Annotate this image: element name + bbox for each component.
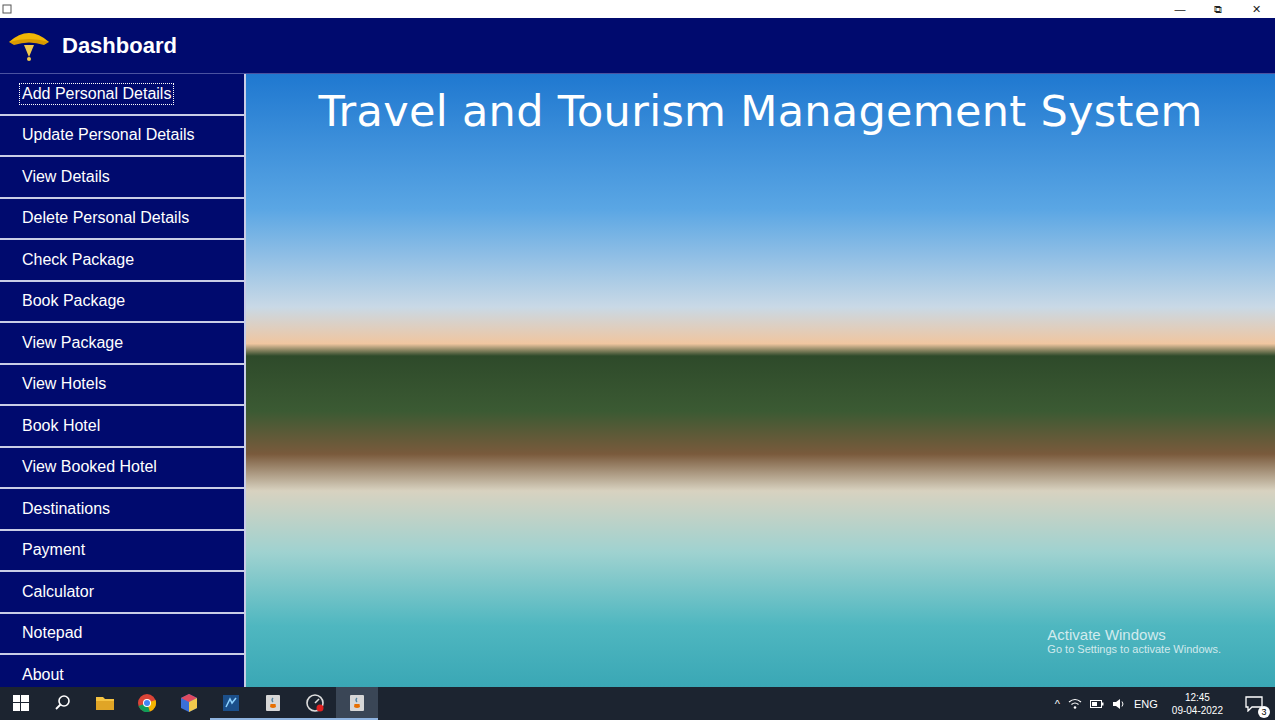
- activation-watermark: Activate Windows Go to Settings to activ…: [1047, 626, 1221, 655]
- java-icon: [347, 693, 367, 713]
- sidebar: Add Personal DetailsUpdate Personal Deta…: [0, 74, 246, 687]
- sidebar-item[interactable]: Update Personal Details: [0, 116, 246, 158]
- window-control-button[interactable]: ✕: [1237, 0, 1275, 18]
- tray-chevron[interactable]: ^: [1055, 698, 1060, 710]
- sidebar-item[interactable]: View Booked Hotel: [0, 448, 246, 490]
- sidebar-item[interactable]: Add Personal Details: [0, 74, 246, 116]
- sidebar-item[interactable]: About: [0, 655, 246, 687]
- header: Dashboard: [0, 18, 1275, 74]
- hero-title: Travel and Tourism Management System: [318, 86, 1202, 687]
- start-button[interactable]: [0, 687, 42, 720]
- speaker-icon[interactable]: [1112, 698, 1126, 710]
- app-icon: [2, 4, 12, 14]
- notification-button[interactable]: 3: [1237, 696, 1271, 712]
- taskbar-app-button[interactable]: [336, 687, 378, 720]
- window-control-button[interactable]: —: [1161, 0, 1199, 18]
- logo-icon: [6, 28, 52, 64]
- sidebar-item[interactable]: Book Package: [0, 282, 246, 324]
- sidebar-item[interactable]: Payment: [0, 531, 246, 573]
- taskbar: ^ ENG 12:45 09-04-2022 3: [0, 687, 1275, 720]
- sidebar-item[interactable]: View Hotels: [0, 365, 246, 407]
- java-icon: [263, 693, 283, 713]
- search-icon: [54, 694, 72, 712]
- notification-count: 3: [1258, 706, 1270, 718]
- system-tray: ^ ENG 12:45 09-04-2022 3: [1055, 687, 1275, 720]
- taskbar-app-button[interactable]: [210, 687, 252, 720]
- chrome-icon: [137, 693, 157, 713]
- search-button[interactable]: [42, 687, 84, 720]
- clock[interactable]: 12:45 09-04-2022: [1166, 691, 1229, 717]
- app-window: —⧉✕ Dashboard Add Personal DetailsUpdate…: [0, 0, 1275, 720]
- taskbar-app-button[interactable]: [84, 687, 126, 720]
- taskbar-app-button[interactable]: [252, 687, 294, 720]
- taskbar-app-button[interactable]: [168, 687, 210, 720]
- title-bar: —⧉✕: [0, 0, 1275, 18]
- sidebar-item[interactable]: Delete Personal Details: [0, 199, 246, 241]
- sidebar-item[interactable]: Calculator: [0, 572, 246, 614]
- sidebar-item[interactable]: Book Hotel: [0, 406, 246, 448]
- sidebar-item[interactable]: Destinations: [0, 489, 246, 531]
- network-icon[interactable]: [1068, 698, 1082, 710]
- hero-image: Travel and Tourism Management System Act…: [246, 74, 1275, 687]
- folder-icon: [95, 694, 115, 712]
- sidebar-item[interactable]: View Details: [0, 157, 246, 199]
- taskbar-app-button[interactable]: [294, 687, 336, 720]
- recorder-icon: [305, 693, 325, 713]
- header-title: Dashboard: [62, 33, 177, 59]
- sidebar-item[interactable]: Check Package: [0, 240, 246, 282]
- battery-icon[interactable]: [1090, 699, 1104, 709]
- taskbar-app-button[interactable]: [126, 687, 168, 720]
- sidebar-item[interactable]: Notepad: [0, 614, 246, 656]
- sidebar-item[interactable]: View Package: [0, 323, 246, 365]
- window-control-button[interactable]: ⧉: [1199, 0, 1237, 18]
- windows-icon: [13, 695, 29, 711]
- cube-icon: [179, 693, 199, 713]
- language-indicator[interactable]: ENG: [1134, 698, 1158, 710]
- ide-icon: [221, 693, 241, 713]
